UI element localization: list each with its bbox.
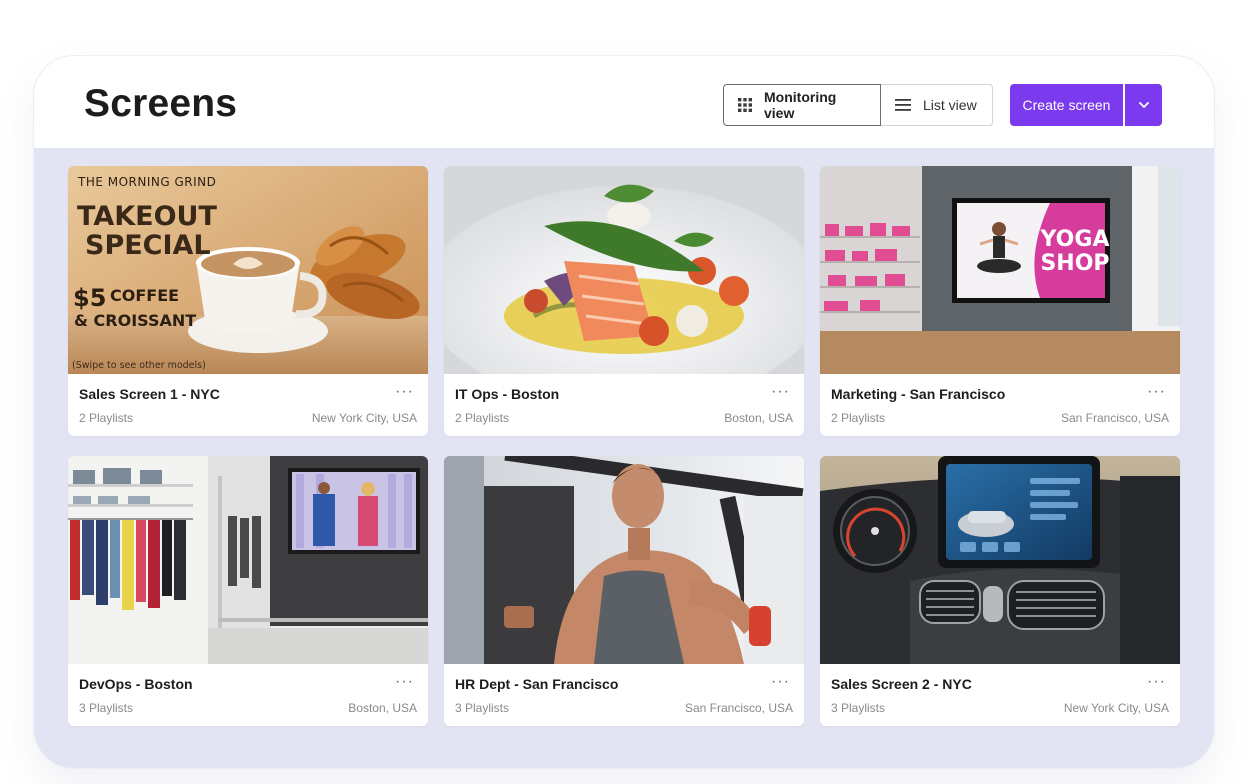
promo-line2: SPECIAL [85, 230, 211, 261]
page-header: Screens Monitoring view List view Create… [34, 56, 1214, 148]
screen-location: San Francisco, USA [1060, 411, 1169, 425]
playlist-count: 3 Playlists [831, 701, 886, 715]
screen-card[interactable]: DevOps - Boston ··· 3 Playlists Boston, … [68, 456, 428, 726]
playlist-count: 3 Playlists [79, 701, 134, 715]
screen-name: DevOps - Boston [79, 676, 193, 692]
playlist-count: 2 Playlists [831, 411, 886, 425]
promo-item1: COFFEE [110, 286, 179, 305]
screen-location: New York City, USA [311, 411, 417, 425]
view-toggle: Monitoring view List view [723, 84, 993, 126]
page-title: Screens [84, 82, 238, 125]
screen-name: Sales Screen 2 - NYC [831, 676, 972, 692]
shop-sign-line2: SHOP [1040, 251, 1109, 276]
screen-location: Boston, USA [724, 411, 793, 425]
promo-kicker: THE MORNING GRIND [77, 175, 216, 189]
screen-location: San Francisco, USA [684, 701, 793, 715]
screen-thumbnail [444, 166, 804, 374]
screen-thumbnail: THE MORNING GRIND TAKEOUT SPECIAL $5 COF… [68, 166, 428, 374]
promo-note: (Swipe to see other models) [72, 360, 206, 371]
screen-name: IT Ops - Boston [455, 386, 560, 402]
more-options-icon[interactable]: ··· [395, 673, 414, 691]
more-options-icon[interactable]: ··· [1147, 383, 1166, 401]
create-options-dropdown[interactable] [1125, 84, 1162, 126]
more-options-icon[interactable]: ··· [771, 673, 790, 691]
screen-thumbnail [820, 456, 1180, 664]
monitoring-view-label: Monitoring view [764, 89, 837, 121]
playlist-count: 2 Playlists [455, 411, 510, 425]
screen-name: Sales Screen 1 - NYC [79, 386, 220, 402]
playlist-count: 2 Playlists [79, 411, 134, 425]
list-icon [895, 99, 911, 111]
screen-location: New York City, USA [1063, 701, 1169, 715]
monitoring-view-button[interactable]: Monitoring view [723, 84, 881, 126]
screen-card[interactable]: THE MORNING GRIND TAKEOUT SPECIAL $5 COF… [68, 166, 428, 436]
more-options-icon[interactable]: ··· [395, 383, 414, 401]
list-view-label: List view [923, 97, 977, 113]
screen-name: HR Dept - San Francisco [455, 676, 619, 692]
screen-card[interactable]: HR Dept - San Francisco ··· 3 Playlists … [444, 456, 804, 726]
promo-item2: & CROISSANT [74, 311, 196, 330]
screen-name: Marketing - San Francisco [831, 386, 1006, 402]
screen-thumbnail: YOGA SHOP [820, 166, 1180, 374]
screen-location: Boston, USA [348, 701, 417, 715]
promo-line1: TAKEOUT [77, 201, 217, 232]
screen-thumbnail [444, 456, 804, 664]
screens-grid: THE MORNING GRIND TAKEOUT SPECIAL $5 COF… [68, 166, 1180, 726]
screen-thumbnail [68, 456, 428, 664]
app-window: Screens Monitoring view List view Create… [34, 56, 1214, 768]
create-screen-group: Create screen [1010, 84, 1162, 126]
promo-price: $5 [73, 284, 106, 312]
chevron-down-icon [1138, 96, 1149, 114]
playlist-count: 3 Playlists [455, 701, 510, 715]
create-screen-button[interactable]: Create screen [1010, 84, 1123, 126]
more-options-icon[interactable]: ··· [1147, 673, 1166, 691]
shop-sign-line1: YOGA [1040, 227, 1110, 252]
screen-card[interactable]: IT Ops - Boston ··· 2 Playlists Boston, … [444, 166, 804, 436]
screen-card[interactable]: Sales Screen 2 - NYC ··· 3 Playlists New… [820, 456, 1180, 726]
list-view-button[interactable]: List view [881, 84, 993, 126]
grid-icon [738, 98, 752, 112]
more-options-icon[interactable]: ··· [771, 383, 790, 401]
screen-card[interactable]: YOGA SHOP Marketing - San Francisco ··· … [820, 166, 1180, 436]
